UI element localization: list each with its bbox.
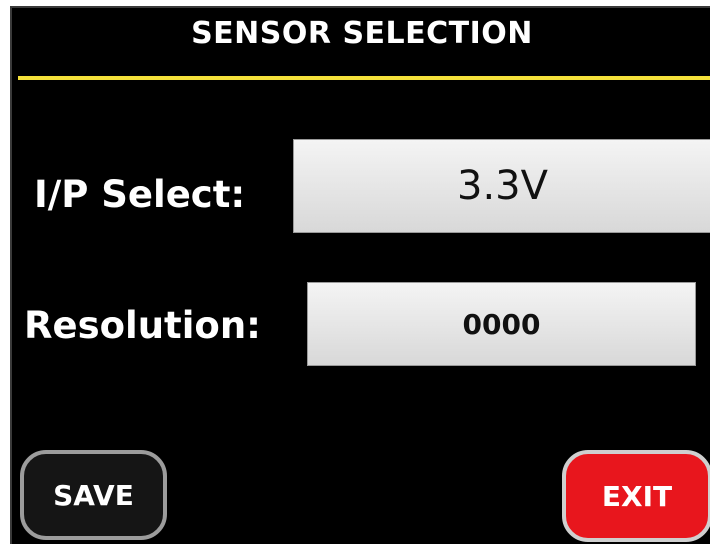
exit-button-label: EXIT <box>601 479 673 513</box>
ip-select-label: I/P Select: <box>34 173 246 216</box>
sensor-selection-screen: SENSOR SELECTION I/P Select: 3.3V Resolu… <box>10 6 710 544</box>
save-button-label: SAVE <box>53 478 134 512</box>
resolution-input[interactable]: 0000 <box>307 282 696 366</box>
exit-button[interactable]: EXIT <box>562 450 710 542</box>
screen-title: SENSOR SELECTION <box>191 16 533 51</box>
title-underline <box>18 76 710 80</box>
ip-select-value: 3.3V <box>457 163 548 209</box>
resolution-label: Resolution: <box>24 304 261 347</box>
resolution-value: 0000 <box>462 307 541 341</box>
save-button[interactable]: SAVE <box>20 450 167 540</box>
ip-select-button[interactable]: 3.3V <box>293 139 710 233</box>
